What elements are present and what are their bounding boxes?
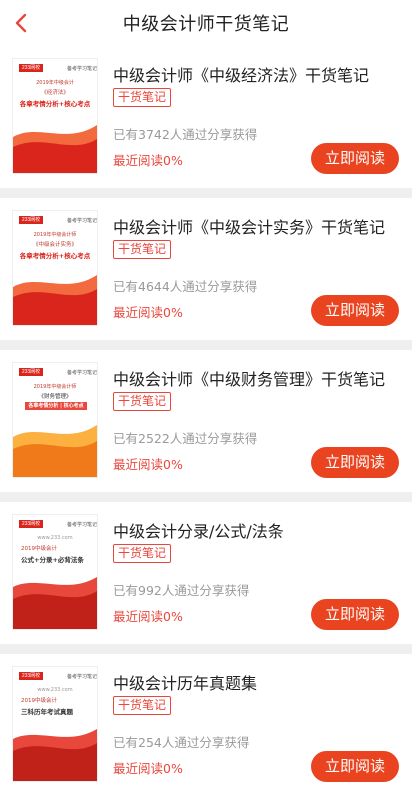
- cover-logo: 233网校: [19, 520, 43, 528]
- book-cover[interactable]: 233网校 备考学习笔记 2019年中级会计师 《中级会计实务》 各章考情分析+…: [12, 210, 98, 326]
- book-card[interactable]: 233网校 备考学习笔记 2019年中级会计 《经济法》 各章考情分析+核心考点…: [0, 46, 412, 188]
- share-count: 已有254人通过分享获得: [113, 735, 250, 750]
- book-title[interactable]: 中级会计师《中级经济法》干货笔记: [113, 62, 369, 86]
- cover-line-1: www.233.com: [37, 687, 73, 693]
- cover-tag: 备考学习笔记: [67, 370, 98, 376]
- cover-wave-graphic: [13, 125, 97, 173]
- page-title: 中级会计师干货笔记: [122, 14, 290, 35]
- notes-badge: 干货笔记: [113, 544, 172, 563]
- read-now-button[interactable]: 立即阅读: [311, 751, 399, 782]
- cover-wave-graphic: [13, 275, 97, 325]
- notes-badge: 干货笔记: [113, 88, 172, 107]
- cover-tag: 备考学习笔记: [67, 66, 98, 72]
- cover-tag: 备考学习笔记: [67, 522, 98, 528]
- cover-line-1: www.233.com: [37, 535, 73, 541]
- reading-progress: 最近阅读0%: [113, 153, 183, 168]
- cover-line-3: 各章考情分析+核心考点: [19, 252, 91, 260]
- cover-logo: 233网校: [19, 216, 43, 224]
- book-card[interactable]: 233网校 备考学习笔记 2019年中级会计师 《财务管理》 各章考情分析 | …: [0, 350, 412, 492]
- book-cover[interactable]: 233网校 备考学习笔记 2019年中级会计 《经济法》 各章考情分析+核心考点: [12, 58, 98, 174]
- book-title[interactable]: 中级会计师《中级财务管理》干货笔记: [113, 366, 385, 390]
- read-now-button[interactable]: 立即阅读: [311, 143, 399, 174]
- book-card[interactable]: 233网校 备考学习笔记 www.233.com 2019中级会计 公式+分录+…: [0, 502, 412, 644]
- cover-line-3: 三科历年考试真题: [21, 708, 73, 716]
- cover-wave-graphic: [13, 577, 97, 629]
- read-now-button[interactable]: 立即阅读: [311, 447, 399, 478]
- cover-tag: 备考学习笔记: [67, 674, 98, 680]
- chevron-left-icon: [15, 13, 27, 33]
- book-title[interactable]: 中级会计分录/公式/法条: [113, 518, 284, 542]
- notes-badge: 干货笔记: [113, 696, 172, 715]
- cover-line-2: 《财务管理》: [38, 394, 72, 400]
- cover-logo: 233网校: [19, 368, 43, 376]
- cover-line-2: 《经济法》: [41, 90, 69, 96]
- reading-progress: 最近阅读0%: [113, 457, 183, 472]
- share-count: 已有2522人通过分享获得: [113, 431, 258, 446]
- read-now-button[interactable]: 立即阅读: [311, 295, 399, 326]
- share-count: 已有4644人通过分享获得: [113, 279, 258, 294]
- cover-line-2: 《中级会计实务》: [32, 242, 77, 248]
- cover-tag: 备考学习笔记: [67, 218, 98, 224]
- book-cover[interactable]: 233网校 备考学习笔记 2019年中级会计师 《财务管理》 各章考情分析 | …: [12, 362, 98, 478]
- cover-logo: 233网校: [19, 64, 43, 72]
- notes-badge: 干货笔记: [113, 392, 172, 411]
- cover-line-2: 2019中级会计: [21, 546, 57, 552]
- cover-line-1: 2019年中级会计师: [33, 232, 77, 238]
- book-cover[interactable]: 233网校 备考学习笔记 www.233.com 2019中级会计 公式+分录+…: [12, 514, 98, 630]
- cover-line-3: 各章考情分析+核心考点: [19, 100, 91, 108]
- cover-line-2: 2019中级会计: [21, 698, 57, 704]
- book-card[interactable]: 233网校 备考学习笔记 www.233.com 2019中级会计 三科历年考试…: [0, 654, 412, 796]
- cover-logo: 233网校: [19, 672, 43, 680]
- read-now-button[interactable]: 立即阅读: [311, 599, 399, 630]
- reading-progress: 最近阅读0%: [113, 305, 183, 320]
- cover-wave-graphic: [13, 729, 97, 781]
- cover-line-3: 公式+分录+必背法条: [21, 556, 84, 564]
- share-count: 已有992人通过分享获得: [113, 583, 250, 598]
- app-header: 中级会计师干货笔记: [0, 0, 412, 46]
- book-title[interactable]: 中级会计历年真题集: [113, 670, 257, 694]
- book-title[interactable]: 中级会计师《中级会计实务》干货笔记: [113, 214, 385, 238]
- back-button[interactable]: [6, 8, 36, 38]
- cover-line-1: 2019年中级会计师: [33, 384, 77, 390]
- book-card[interactable]: 233网校 备考学习笔记 2019年中级会计师 《中级会计实务》 各章考情分析+…: [0, 198, 412, 340]
- cover-line-1: 2019年中级会计: [36, 80, 74, 86]
- reading-progress: 最近阅读0%: [113, 761, 183, 776]
- book-cover[interactable]: 233网校 备考学习笔记 www.233.com 2019中级会计 三科历年考试…: [12, 666, 98, 782]
- share-count: 已有3742人通过分享获得: [113, 127, 258, 142]
- reading-progress: 最近阅读0%: [113, 609, 183, 624]
- cover-line-3: 各章考情分析 | 核心考点: [25, 402, 87, 410]
- cover-wave-graphic: [13, 425, 97, 477]
- notes-badge: 干货笔记: [113, 240, 172, 259]
